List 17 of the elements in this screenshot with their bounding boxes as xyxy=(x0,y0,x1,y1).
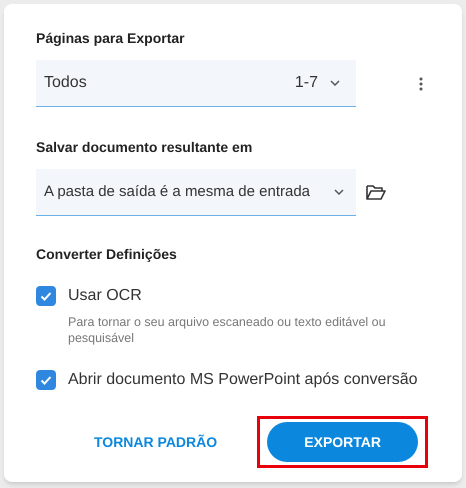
chevron-down-icon xyxy=(330,80,340,86)
default-button[interactable]: TORNAR PADRÃO xyxy=(90,424,222,460)
section-title: Converter Definições xyxy=(36,245,178,264)
folder-icon[interactable] xyxy=(366,185,386,200)
option-description: Para tornar o seu arquivo escaneado ou texto editável ou pesquisável xyxy=(68,314,387,346)
field-label: Páginas para Exportar xyxy=(36,29,186,48)
output-folder-dropdown[interactable]: A pasta de saída é a mesma de entrada xyxy=(36,169,356,216)
more-options-icon[interactable] xyxy=(419,76,423,90)
option-label[interactable]: Usar OCR xyxy=(68,284,142,308)
checkbox[interactable] xyxy=(36,286,56,306)
page-range: 1-7 xyxy=(294,73,318,93)
chevron-down-icon xyxy=(334,189,344,195)
export-button[interactable]: EXPORTAR xyxy=(267,422,418,462)
option-label[interactable]: Abrir documento MS PowerPoint após conversão xyxy=(68,368,418,392)
pages-dropdown[interactable]: Todos 1-7 xyxy=(36,60,356,107)
checkbox[interactable] xyxy=(36,370,56,390)
field-label: Salvar documento resultante em xyxy=(36,138,254,157)
